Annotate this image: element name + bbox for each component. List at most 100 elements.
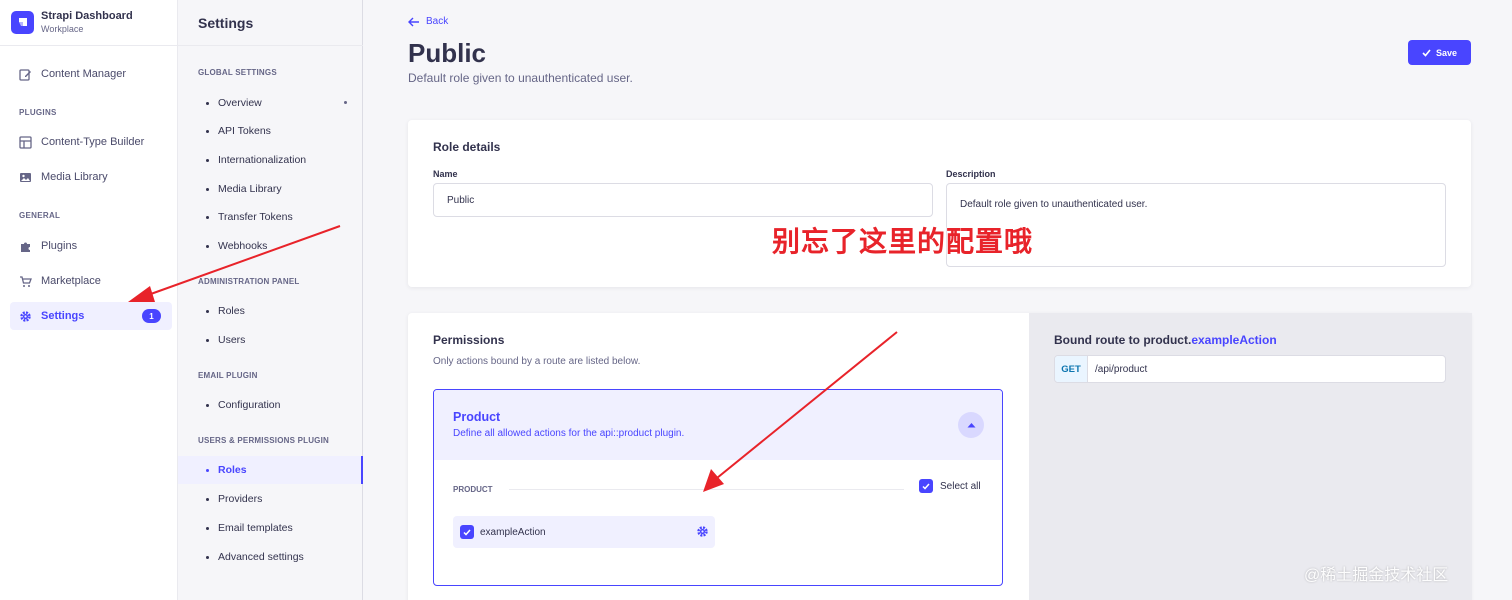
bound-route-heading: Bound route to product.exampleAction xyxy=(1054,333,1277,347)
bullet xyxy=(206,338,209,342)
subnav-label: Email templates xyxy=(218,522,293,534)
name-input[interactable]: Public xyxy=(433,183,933,217)
back-label: Back xyxy=(426,16,449,27)
section-email-plugin: EMAIL PLUGIN xyxy=(198,371,258,380)
subnav-item-email-templates[interactable]: Email templates xyxy=(178,514,363,542)
unread-dot-icon xyxy=(344,101,347,104)
nav-label: Media Library xyxy=(41,171,108,183)
nav-section-general: GENERAL xyxy=(19,211,61,220)
action-label: exampleAction xyxy=(480,526,546,538)
select-all-checkbox[interactable]: Select all xyxy=(919,479,981,493)
collapse-button[interactable] xyxy=(958,412,984,438)
subnav-item-internationalization[interactable]: Internationalization xyxy=(178,146,363,174)
group-label: PRODUCT xyxy=(453,485,493,494)
subnav-label: API Tokens xyxy=(218,125,271,137)
annotation-text: 别忘了这里的配置哦 xyxy=(772,226,1034,257)
watermark: @稀土掘金技术社区 xyxy=(1304,567,1449,584)
section-users-permissions-plugin: USERS & PERMISSIONS PLUGIN xyxy=(198,436,329,445)
subnav-label: Advanced settings xyxy=(218,551,304,563)
nav-label: Marketplace xyxy=(41,275,101,287)
subnav-item-media-library[interactable]: Media Library xyxy=(178,175,363,203)
image-icon xyxy=(19,171,32,184)
name-label: Name xyxy=(433,169,458,179)
bullet xyxy=(206,101,209,105)
brand-title: Strapi Dashboard xyxy=(41,10,133,22)
section-administration-panel: ADMINISTRATION PANEL xyxy=(198,277,300,286)
subnav-label: Internationalization xyxy=(218,154,307,166)
subnav-item-up-roles[interactable]: Roles xyxy=(178,456,363,484)
checkbox-checked-icon[interactable] xyxy=(460,525,474,539)
nav-label: Content-Type Builder xyxy=(41,136,145,148)
product-description: Define all allowed actions for the api::… xyxy=(453,428,685,439)
bullet xyxy=(206,555,209,559)
subnav-label: Transfer Tokens xyxy=(218,211,293,223)
notification-badge: 1 xyxy=(142,309,161,323)
subnav-item-configuration[interactable]: Configuration xyxy=(178,391,363,419)
permissions-heading: Permissions xyxy=(433,333,505,347)
subnav-item-overview[interactable]: Overview xyxy=(178,89,363,117)
nav-settings[interactable]: Settings 1 xyxy=(10,302,172,330)
settings-subnav: Settings GLOBAL SETTINGS Overview API To… xyxy=(178,0,363,600)
bullet xyxy=(206,497,209,501)
description-label: Description xyxy=(946,169,996,179)
product-accordion: Product Define all allowed actions for t… xyxy=(433,389,1003,586)
caret-up-icon xyxy=(967,422,976,428)
arrow-left-icon xyxy=(408,17,420,27)
route-path: /api/product xyxy=(1095,363,1148,375)
page-subtitle: Default role given to unauthenticated us… xyxy=(408,71,633,85)
subnav-label: Configuration xyxy=(218,399,281,411)
strapi-logo-icon xyxy=(11,11,34,34)
nav-content-manager[interactable]: Content Manager xyxy=(10,60,172,88)
subnav-label: Users xyxy=(218,334,246,346)
bullet xyxy=(206,309,209,313)
subnav-item-admin-roles[interactable]: Roles xyxy=(178,297,363,325)
brand-subtitle: Workplace xyxy=(41,24,84,34)
product-title: Product xyxy=(453,410,501,424)
save-label: Save xyxy=(1435,47,1458,58)
product-accordion-header[interactable]: Product Define all allowed actions for t… xyxy=(434,390,1002,460)
nav-media-library[interactable]: Media Library xyxy=(10,163,172,191)
check-icon xyxy=(1422,48,1431,57)
subnav-item-webhooks[interactable]: Webhooks xyxy=(178,232,363,260)
permissions-subheading: Only actions bound by a route are listed… xyxy=(433,356,641,367)
main-nav: Strapi Dashboard Workplace Content Manag… xyxy=(0,0,178,600)
bound-route-prefix: Bound route to product. xyxy=(1054,333,1192,347)
subnav-item-users[interactable]: Users xyxy=(178,326,363,354)
bullet xyxy=(206,158,209,162)
bullet xyxy=(206,468,209,472)
subnav-label: Webhooks xyxy=(218,240,268,252)
subnav-label: Roles xyxy=(218,464,247,476)
nav-label: Content Manager xyxy=(41,68,126,80)
back-link[interactable]: Back xyxy=(408,16,448,27)
checkbox-checked-icon xyxy=(919,479,933,493)
route-row: GET /api/product xyxy=(1054,355,1446,383)
nav-section-plugins: PLUGINS xyxy=(19,108,57,117)
subnav-label: Overview xyxy=(218,97,262,109)
brand[interactable]: Strapi Dashboard Workplace xyxy=(0,0,177,46)
bound-route-action: exampleAction xyxy=(1191,333,1277,347)
bullet xyxy=(206,244,209,248)
select-all-label: Select all xyxy=(940,480,981,492)
role-details-heading: Role details xyxy=(433,140,501,154)
pencil-icon xyxy=(19,68,32,81)
page-title: Public xyxy=(408,38,487,68)
save-button[interactable]: Save xyxy=(1408,40,1471,65)
subnav-label: Providers xyxy=(218,493,263,505)
gear-icon xyxy=(19,310,32,323)
gear-icon[interactable] xyxy=(696,525,709,538)
nav-marketplace[interactable]: Marketplace xyxy=(10,267,172,295)
bullet xyxy=(206,215,209,219)
nav-plugins[interactable]: Plugins xyxy=(10,232,172,260)
puzzle-icon xyxy=(19,240,32,253)
layout-icon xyxy=(19,135,32,149)
subnav-item-providers[interactable]: Providers xyxy=(178,485,363,513)
subnav-item-advanced-settings[interactable]: Advanced settings xyxy=(178,543,363,571)
subnav-title: Settings xyxy=(198,15,254,31)
cart-icon xyxy=(19,275,32,288)
action-item[interactable]: exampleAction xyxy=(453,516,715,548)
subnav-item-api-tokens[interactable]: API Tokens xyxy=(178,117,363,145)
divider xyxy=(178,45,363,46)
nav-content-type-builder[interactable]: Content-Type Builder xyxy=(10,128,172,156)
subnav-item-transfer-tokens[interactable]: Transfer Tokens xyxy=(178,203,363,231)
subnav-label: Media Library xyxy=(218,183,282,195)
